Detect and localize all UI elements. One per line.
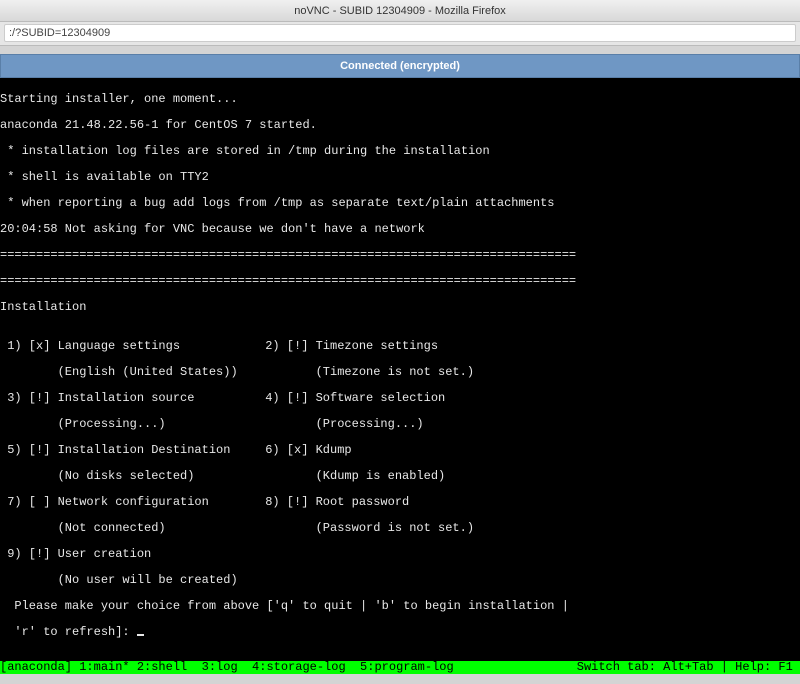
cursor-icon bbox=[137, 634, 144, 636]
menu-row[interactable]: 7) [ ] Network configuration 8) [!] Root… bbox=[0, 496, 800, 509]
terminal-line: Installation bbox=[0, 301, 800, 314]
terminal-line: Starting installer, one moment... bbox=[0, 93, 800, 106]
prompt-text: 'r' to refresh]: bbox=[0, 625, 137, 639]
vnc-viewport: Connected (encrypted) Starting installer… bbox=[0, 54, 800, 674]
menu-sub: (Timezone is not set.) bbox=[258, 366, 474, 379]
menu-sub: (Kdump is enabled) bbox=[258, 470, 445, 483]
terminal-line: * installation log files are stored in /… bbox=[0, 145, 800, 158]
terminal-status-bar: [anaconda] 1:main* 2:shell 3:log 4:stora… bbox=[0, 661, 800, 674]
menu-item-source: 3) [!] Installation source bbox=[0, 392, 258, 405]
menu-sub: (Processing...) bbox=[0, 418, 258, 431]
terminal-line: ========================================… bbox=[0, 249, 800, 262]
terminal-line: * shell is available on TTY2 bbox=[0, 171, 800, 184]
menu-item-kdump: 6) [x] Kdump bbox=[258, 444, 352, 457]
menu-sub: (Processing...) bbox=[258, 418, 424, 431]
window-title: noVNC - SUBID 12304909 - Mozilla Firefox bbox=[294, 5, 506, 17]
menu-item-network: 7) [ ] Network configuration bbox=[0, 496, 258, 509]
menu-item-user: 9) [!] User creation bbox=[0, 548, 258, 561]
menu-row[interactable]: 3) [!] Installation source 4) [!] Softwa… bbox=[0, 392, 800, 405]
status-right: Switch tab: Alt+Tab | Help: F1 bbox=[577, 661, 800, 674]
vnc-status-text: Connected (encrypted) bbox=[340, 60, 460, 72]
menu-row[interactable]: 5) [!] Installation Destination 6) [x] K… bbox=[0, 444, 800, 457]
menu-row: (English (United States)) (Timezone is n… bbox=[0, 366, 800, 379]
menu-sub: (No disks selected) bbox=[0, 470, 258, 483]
menu-sub: (No user will be created) bbox=[0, 574, 258, 587]
menu-row[interactable]: 1) [x] Language settings 2) [!] Timezone… bbox=[0, 340, 800, 353]
menu-sub: (Not connected) bbox=[0, 522, 258, 535]
terminal-line: anaconda 21.48.22.56-1 for CentOS 7 star… bbox=[0, 119, 800, 132]
menu-row: (Processing...) (Processing...) bbox=[0, 418, 800, 431]
prompt-line[interactable]: 'r' to refresh]: bbox=[0, 626, 800, 639]
menu-row: (No user will be created) bbox=[0, 574, 800, 587]
status-left: [anaconda] 1:main* 2:shell 3:log 4:stora… bbox=[0, 661, 454, 674]
menu-row[interactable]: 9) [!] User creation bbox=[0, 548, 800, 561]
terminal-line: * when reporting a bug add logs from /tm… bbox=[0, 197, 800, 210]
menu-item-root-password: 8) [!] Root password bbox=[258, 496, 409, 509]
menu-item-software: 4) [!] Software selection bbox=[258, 392, 445, 405]
terminal-line: ========================================… bbox=[0, 275, 800, 288]
menu-item-destination: 5) [!] Installation Destination bbox=[0, 444, 258, 457]
prompt-line: Please make your choice from above ['q' … bbox=[0, 600, 800, 613]
url-input[interactable] bbox=[4, 24, 796, 42]
menu-item-timezone: 2) [!] Timezone settings bbox=[258, 340, 438, 353]
terminal[interactable]: Starting installer, one moment... anacon… bbox=[0, 78, 800, 674]
menu-row: (No disks selected) (Kdump is enabled) bbox=[0, 470, 800, 483]
vnc-status-bar: Connected (encrypted) bbox=[0, 54, 800, 78]
menu-sub: (English (United States)) bbox=[0, 366, 258, 379]
menu-sub: (Password is not set.) bbox=[258, 522, 474, 535]
menu-item-language: 1) [x] Language settings bbox=[0, 340, 258, 353]
terminal-line: 20:04:58 Not asking for VNC because we d… bbox=[0, 223, 800, 236]
menu-row: (Not connected) (Password is not set.) bbox=[0, 522, 800, 535]
window-titlebar: noVNC - SUBID 12304909 - Mozilla Firefox bbox=[0, 0, 800, 22]
url-bar-container bbox=[0, 22, 800, 46]
